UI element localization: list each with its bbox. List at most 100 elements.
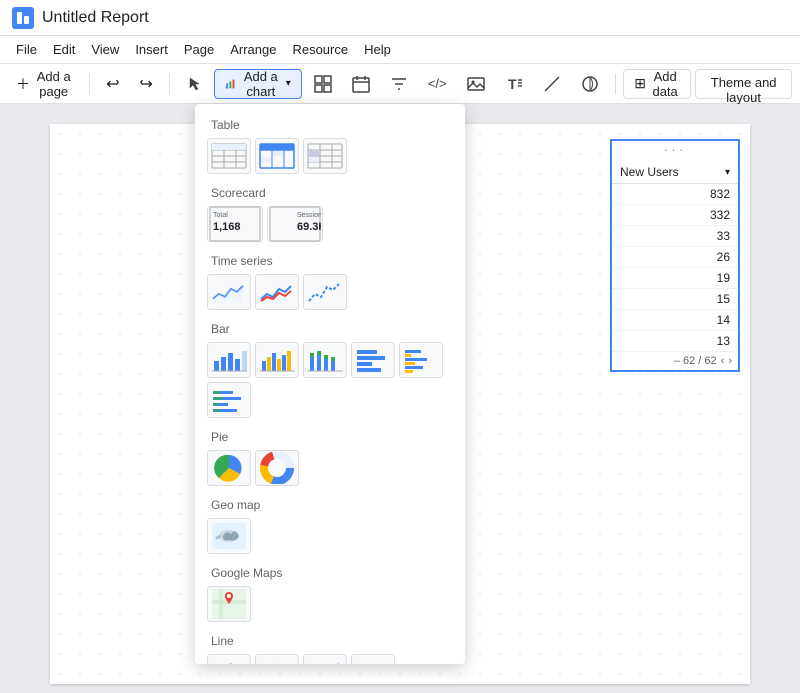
scorecard-chart-1[interactable]: Total 1,168	[207, 206, 263, 242]
geomap-chart-1[interactable]	[207, 518, 251, 554]
undo-button[interactable]: ↩	[98, 69, 127, 99]
widget-handle[interactable]: ···	[612, 139, 738, 159]
line-shape-button[interactable]	[535, 69, 569, 99]
text-icon: T	[505, 75, 523, 93]
table-row: 33	[612, 226, 738, 247]
line-shape-icon	[543, 75, 561, 93]
table-chart-3[interactable]	[303, 138, 347, 174]
line-chart-1[interactable]	[207, 654, 251, 664]
section-title-scorecard: Scorecard	[195, 180, 465, 204]
bar-chart-horiz-1[interactable]	[351, 342, 395, 378]
menu-file[interactable]: File	[8, 39, 45, 60]
toolbar-divider-2	[169, 74, 170, 94]
column-sort-icon: ▾	[725, 167, 730, 178]
geomap-icons-row	[195, 516, 465, 560]
menu-view[interactable]: View	[83, 39, 127, 60]
menu-arrange[interactable]: Arrange	[222, 39, 284, 60]
svg-text:69.3K: 69.3K	[297, 221, 321, 233]
prev-page-button[interactable]: ‹	[721, 355, 725, 367]
chart-type-dropdown: Table	[195, 104, 465, 664]
table-icons-row	[195, 136, 465, 180]
line-chart-4[interactable]	[351, 654, 395, 664]
menu-help[interactable]: Help	[356, 39, 399, 60]
shapes-icon	[581, 75, 599, 93]
chevron-down-icon: ▾	[286, 78, 291, 89]
filter-button[interactable]	[382, 69, 416, 99]
code-button[interactable]: </>	[420, 69, 455, 99]
googlemaps-icons-row	[195, 584, 465, 628]
section-title-geomap: Geo map	[195, 492, 465, 516]
bar-icons-row	[195, 340, 465, 424]
svg-text:Total: Total	[213, 212, 228, 219]
pagination-label: – 62 / 62	[674, 355, 717, 367]
calendar-icon	[352, 75, 370, 93]
section-title-pie: Pie	[195, 424, 465, 448]
grid-view-button[interactable]	[306, 69, 340, 99]
table-row: 26	[612, 247, 738, 268]
select-tool-button[interactable]	[178, 69, 210, 99]
bar-chart-3[interactable]	[303, 342, 347, 378]
pie-chart-donut[interactable]	[255, 450, 299, 486]
menu-insert[interactable]: Insert	[127, 39, 176, 60]
timeseries-chart-2[interactable]	[255, 274, 299, 310]
menu-page[interactable]: Page	[176, 39, 222, 60]
bar-chart-2[interactable]	[255, 342, 299, 378]
line-chart-3[interactable]	[303, 654, 347, 664]
section-title-bar: Bar	[195, 316, 465, 340]
bar-chart-horiz-3[interactable]	[207, 382, 251, 418]
add-page-button[interactable]: ＋ Add a page	[8, 69, 81, 99]
pie-chart-1[interactable]	[207, 450, 251, 486]
plus-icon: ＋	[16, 74, 30, 94]
calendar-button[interactable]	[344, 69, 378, 99]
column-header-label: New Users	[620, 165, 679, 179]
svg-text:+: +	[225, 85, 228, 91]
table-header: New Users ▾	[612, 161, 738, 184]
add-data-label: Add data	[650, 69, 680, 99]
text-button[interactable]: T	[497, 69, 531, 99]
filter-icon	[390, 75, 408, 93]
add-data-button[interactable]: ⊞ Add data	[623, 69, 691, 99]
svg-text:1,168: 1,168	[213, 221, 241, 233]
toolbar-divider-1	[89, 74, 90, 94]
table-row: 832	[612, 184, 738, 205]
timeseries-icons-row	[195, 272, 465, 316]
page-title: Untitled Report	[42, 9, 149, 27]
table-row: 14	[612, 310, 738, 331]
table-row: 13	[612, 331, 738, 352]
table-chart-2[interactable]	[255, 138, 299, 174]
table-chart-1[interactable]	[207, 138, 251, 174]
timeseries-chart-3[interactable]	[303, 274, 347, 310]
title-bar: Untitled Report	[0, 0, 800, 36]
grid-icon	[314, 75, 332, 93]
timeseries-chart-1[interactable]	[207, 274, 251, 310]
image-icon	[467, 75, 485, 93]
scorecard-icons-row: Total 1,168 Sessions 69.3K	[195, 204, 465, 248]
menu-resource[interactable]: Resource	[284, 39, 356, 60]
bar-chart-1[interactable]	[207, 342, 251, 378]
redo-button[interactable]: ↪	[131, 69, 160, 99]
add-chart-button[interactable]: + Add a chart ▾	[214, 69, 302, 99]
table-footer: – 62 / 62 ‹ ›	[612, 352, 738, 370]
next-page-button[interactable]: ›	[728, 355, 732, 367]
theme-layout-button[interactable]: Theme and layout	[695, 69, 792, 99]
scorecard-chart-2[interactable]: Sessions 69.3K	[267, 206, 323, 242]
shapes-button[interactable]	[573, 69, 607, 99]
svg-text:T: T	[508, 76, 517, 92]
pie-icons-row	[195, 448, 465, 492]
image-button[interactable]	[459, 69, 493, 99]
add-data-icon: ⊞	[634, 75, 646, 92]
googlemaps-chart-1[interactable]	[207, 586, 251, 622]
add-chart-label: Add a chart	[240, 69, 282, 99]
table-widget[interactable]: ··· New Users ▾ 832 332 33 26 19 15 14 1…	[610, 139, 740, 372]
line-chart-2[interactable]	[255, 654, 299, 664]
section-title-line: Line	[195, 628, 465, 652]
menu-bar: File Edit View Insert Page Arrange Resou…	[0, 36, 800, 64]
line-icons-row	[195, 652, 465, 664]
bar-chart-horiz-2[interactable]	[399, 342, 443, 378]
section-title-table: Table	[195, 112, 465, 136]
menu-edit[interactable]: Edit	[45, 39, 83, 60]
table-row: 15	[612, 289, 738, 310]
table-row: 332	[612, 205, 738, 226]
toolbar: ＋ Add a page ↩ ↪ + Add a chart ▾	[0, 64, 800, 104]
add-page-label: Add a page	[34, 69, 73, 99]
